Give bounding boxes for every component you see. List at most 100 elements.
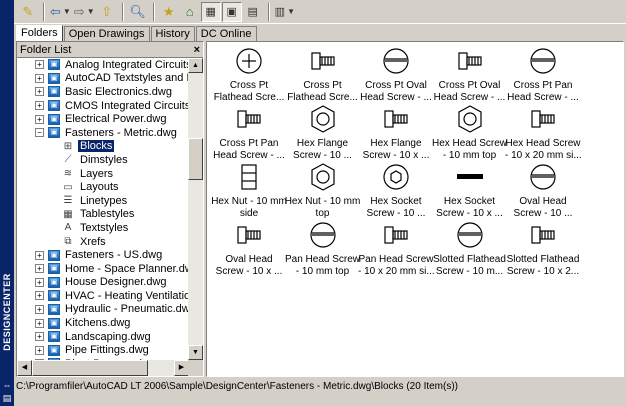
tree-item-tablestyles[interactable]: ▦ Tablestyles xyxy=(17,208,189,222)
block-item[interactable]: Cross Pt Pan Head Screw - ... xyxy=(211,102,287,161)
tab-open-drawings[interactable]: Open Drawings xyxy=(63,26,150,41)
block-item[interactable]: Cross Pt Oval Head Screw - ... xyxy=(432,44,508,103)
tree-item-drawing[interactable]: + ▣ CMOS Integrated Circuits.dwg xyxy=(17,99,189,113)
expand-icon[interactable]: + xyxy=(35,304,44,314)
block-item[interactable]: Hex Nut - 10 mm top xyxy=(285,160,361,219)
expand-icon[interactable]: + xyxy=(35,87,44,97)
expand-icon[interactable]: + xyxy=(35,250,44,260)
expand-icon[interactable]: + xyxy=(35,264,44,274)
tree-vertical-scrollbar[interactable]: ▲ ▼ xyxy=(188,58,203,360)
search-button[interactable]: 🔍︎ xyxy=(128,2,148,22)
tree-horizontal-scrollbar[interactable]: ◀ ▶ xyxy=(17,360,189,376)
scroll-right-button[interactable]: ▶ xyxy=(174,360,189,376)
expand-icon[interactable]: + xyxy=(35,345,44,355)
block-item-label-line1: Cross Pt Oval xyxy=(438,80,501,91)
block-item-label: Hex Socket Screw - 10 ... xyxy=(358,196,434,220)
tree-item-drawing[interactable]: + ▣ AutoCAD Textstyles and Linetypes.dwg xyxy=(17,72,189,86)
expand-icon[interactable]: + xyxy=(35,332,44,342)
home-button[interactable]: ⌂ xyxy=(180,2,200,22)
block-item[interactable]: Hex Flange Screw - 10 x ... xyxy=(358,102,434,161)
expand-icon[interactable]: + xyxy=(35,114,44,124)
toolbar-separator xyxy=(152,2,155,21)
block-item[interactable]: Oval Head Screw - 10 x ... xyxy=(211,218,287,277)
block-item[interactable]: Slotted Flathead Screw - 10 x 2... xyxy=(505,218,581,277)
block-item[interactable]: Hex Nut - 10 mm side xyxy=(211,160,287,219)
drawing-file-icon: ▣ xyxy=(48,113,60,125)
tree-item-layers[interactable]: ≋ Layers xyxy=(17,167,189,181)
expand-icon[interactable]: + xyxy=(35,101,44,111)
tree-view-toggle-button[interactable]: ▦ xyxy=(200,1,221,22)
palette-title-bar[interactable]: DESIGNCENTER ⇔ ▤ xyxy=(0,0,14,406)
block-item[interactable]: Slotted Flathead Screw - 10 m... xyxy=(432,218,508,278)
favorites-button[interactable]: ★ xyxy=(159,2,179,22)
search-icon: 🔍︎ xyxy=(129,3,146,19)
views-button[interactable]: ▥ ▼ xyxy=(274,2,296,22)
tab-strip: Folders Open Drawings History DC Online xyxy=(16,25,258,41)
tree-item-label: Basic Electronics.dwg xyxy=(65,85,172,98)
block-item-label: Slotted Flathead Screw - 10 m... xyxy=(432,254,508,278)
block-item[interactable]: Cross Pt Flathead Scre... xyxy=(285,44,361,103)
load-button[interactable]: ✎ xyxy=(18,2,38,22)
description-toggle-button[interactable]: ▤ xyxy=(243,2,263,22)
drawing-file-icon: ▣ xyxy=(48,263,60,275)
expand-icon[interactable]: + xyxy=(35,277,44,287)
tree-item-drawing[interactable]: − ▣ Fasteners - Metric.dwg xyxy=(17,126,189,140)
tree-item-layouts[interactable]: ▭ Layouts xyxy=(17,180,189,194)
tree-item-drawing[interactable]: + ▣ Hydraulic - Pneumatic.dwg xyxy=(17,303,189,317)
block-item[interactable]: Cross Pt Oval Head Screw - ... xyxy=(358,44,434,103)
tree-item-drawing[interactable]: + ▣ Kitchens.dwg xyxy=(17,316,189,330)
tree-item-dimstyles[interactable]: ⟋ Dimstyles xyxy=(17,153,189,167)
tab-history[interactable]: History xyxy=(150,26,195,41)
tree-item-drawing[interactable]: + ▣ Home - Space Planner.dwg xyxy=(17,262,189,276)
tree-item-textstyles[interactable]: A Textstyles xyxy=(17,221,189,235)
tree-item-drawing[interactable]: + ▣ Basic Electronics.dwg xyxy=(17,85,189,99)
close-icon[interactable]: × xyxy=(194,44,200,56)
load-icon: ✎ xyxy=(22,3,34,19)
properties-icon[interactable]: ▤ xyxy=(1,393,13,403)
toolbar-separator xyxy=(121,2,124,21)
block-item[interactable]: Hex Head Screw - 10 x 20 mm si... xyxy=(505,102,581,161)
tree-item-drawing[interactable]: + ▣ HVAC - Heating Ventilation Air Conditi… xyxy=(17,289,189,303)
cross-pt-pan-head-screw-side-icon xyxy=(211,102,287,136)
block-item-label: Hex Socket Screw - 10 x ... xyxy=(432,196,508,220)
scroll-left-button[interactable]: ◀ xyxy=(17,360,32,376)
up-button[interactable]: ⇧ xyxy=(97,2,117,22)
expand-icon[interactable]: + xyxy=(35,318,44,328)
tree-item-blocks[interactable]: ⊞ Blocks xyxy=(17,140,189,154)
tree-item-xrefs[interactable]: ⧉ Xrefs xyxy=(17,235,189,249)
forward-button[interactable]: ⇨ ▼ xyxy=(73,2,96,22)
scroll-up-button[interactable]: ▲ xyxy=(188,58,203,73)
drawing-file-icon: ▣ xyxy=(48,290,60,302)
horizontal-scroll-thumb[interactable] xyxy=(32,360,148,376)
tree-item-drawing[interactable]: + ▣ Fasteners - US.dwg xyxy=(17,248,189,262)
block-item[interactable]: Hex Head Screw - 10 mm top xyxy=(432,102,508,161)
block-item-label-line1: Hex Socket xyxy=(370,196,422,207)
auto-hide-icon[interactable]: ⇔ xyxy=(1,380,13,390)
tree-item-drawing[interactable]: + ▣ Analog Integrated Circuits.dwg xyxy=(17,58,189,72)
expand-icon[interactable]: + xyxy=(35,291,44,301)
block-item[interactable]: Hex Socket Screw - 10 x ... xyxy=(432,160,508,220)
tree-item-linetypes[interactable]: ☰ Linetypes xyxy=(17,194,189,208)
collapse-icon[interactable]: − xyxy=(35,128,44,138)
preview-toggle-button[interactable]: ▣ xyxy=(221,1,242,22)
block-item[interactable]: Pan Head Screw - 10 x 20 mm si... xyxy=(358,218,434,277)
dimstyles-icon: ⟋ xyxy=(64,154,72,166)
block-item[interactable]: Hex Flange Screw - 10 ... xyxy=(285,102,361,161)
back-button[interactable]: ⇦ ▼ xyxy=(49,2,72,22)
tree-item-drawing[interactable]: + ▣ Pipe Fittings.dwg xyxy=(17,343,189,357)
block-item[interactable]: Cross Pt Flathead Scre... xyxy=(211,44,287,103)
tab-dc-online[interactable]: DC Online xyxy=(195,26,257,41)
block-item[interactable]: Cross Pt Pan Head Screw - ... xyxy=(505,44,581,103)
tree-item-drawing[interactable]: + ▣ Landscaping.dwg xyxy=(17,330,189,344)
folder-list-title: Folder List xyxy=(20,43,72,56)
tree-item-drawing[interactable]: + ▣ Electrical Power.dwg xyxy=(17,112,189,126)
block-item[interactable]: Hex Socket Screw - 10 ... xyxy=(358,160,434,220)
expand-icon[interactable]: + xyxy=(35,73,44,83)
block-item[interactable]: Pan Head Screw - 10 mm top xyxy=(285,218,361,277)
scroll-down-button[interactable]: ▼ xyxy=(188,345,203,360)
scroll-thumb[interactable] xyxy=(188,138,203,180)
expand-icon[interactable]: + xyxy=(35,60,44,70)
tab-folders[interactable]: Folders xyxy=(16,25,63,41)
tree-item-drawing[interactable]: + ▣ House Designer.dwg xyxy=(17,276,189,290)
block-item[interactable]: Oval Head Screw - 10 ... xyxy=(505,160,581,219)
